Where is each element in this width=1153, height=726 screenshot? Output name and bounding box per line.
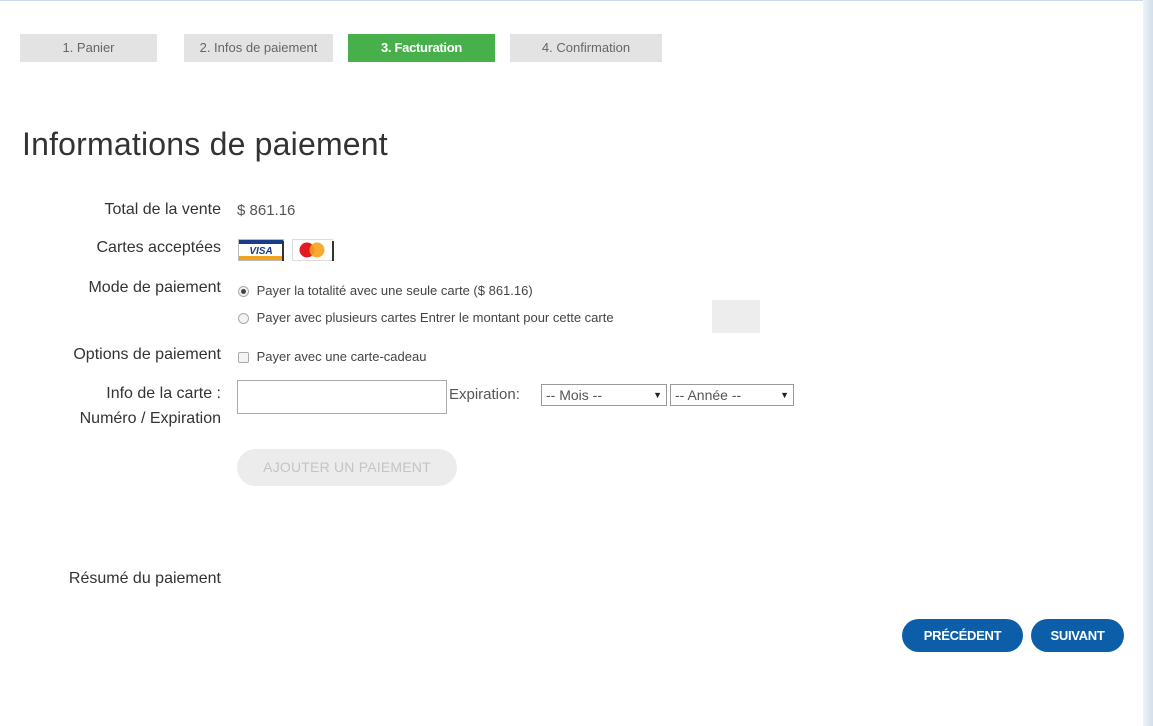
expiration-month-select[interactable]: -- Mois -- ▼ xyxy=(541,384,667,406)
svg-text:VISA: VISA xyxy=(249,246,272,257)
right-scroll-edge xyxy=(1143,0,1153,726)
mastercard-icon xyxy=(292,239,338,261)
total-label: Total de la vente xyxy=(104,201,221,218)
card-number-input[interactable] xyxy=(237,380,447,414)
accepted-cards-label: Cartes acceptées xyxy=(96,239,221,256)
gift-card-text: Payer avec une carte-cadeau xyxy=(256,349,427,364)
page-title: Informations de paiement xyxy=(22,126,388,162)
pay-single-card-radio[interactable] xyxy=(238,286,249,298)
gift-card-option[interactable]: Payer avec une carte-cadeau xyxy=(238,349,426,364)
next-button[interactable]: SUIVANT xyxy=(1031,619,1124,652)
pay-multiple-cards-option[interactable]: Payer avec plusieurs cartes Entrer le mo… xyxy=(238,310,614,325)
total-value: $ 861.16 xyxy=(237,202,296,219)
payment-mode-label: Mode de paiement xyxy=(88,279,221,296)
chevron-down-icon: ▼ xyxy=(780,390,789,400)
expiration-year-value: -- Année -- xyxy=(675,387,742,403)
gift-card-checkbox[interactable] xyxy=(238,352,249,364)
card-info-label: Info de la carte : xyxy=(106,385,221,402)
expiration-year-select[interactable]: -- Année -- ▼ xyxy=(670,384,794,406)
visa-card-icon: VISA xyxy=(238,239,284,261)
top-divider xyxy=(0,0,1143,1)
card-info-sublabel: Numéro / Expiration xyxy=(79,410,221,427)
chevron-down-icon: ▼ xyxy=(653,390,662,400)
add-payment-button[interactable]: AJOUTER UN PAIEMENT xyxy=(237,449,457,486)
step-confirmation[interactable]: 4. Confirmation xyxy=(510,34,662,62)
card-amount-input[interactable] xyxy=(712,300,760,333)
pay-multiple-cards-text: Payer avec plusieurs cartes Entrer le mo… xyxy=(256,310,614,325)
payment-options-label: Options de paiement xyxy=(73,346,221,363)
step-billing[interactable]: 3. Facturation xyxy=(348,34,495,62)
step-payment-info[interactable]: 2. Infos de paiement xyxy=(184,34,333,62)
pay-single-card-option[interactable]: Payer la totalité avec une seule carte (… xyxy=(238,283,533,298)
previous-button[interactable]: PRÉCÉDENT xyxy=(902,619,1023,652)
pay-multiple-cards-radio[interactable] xyxy=(238,313,249,325)
expiration-month-value: -- Mois -- xyxy=(546,387,602,403)
step-cart[interactable]: 1. Panier xyxy=(20,34,157,62)
pay-single-card-text: Payer la totalité avec une seule carte (… xyxy=(256,283,533,298)
expiration-label: Expiration: xyxy=(449,386,520,403)
payment-summary-label: Résumé du paiement xyxy=(68,570,221,587)
